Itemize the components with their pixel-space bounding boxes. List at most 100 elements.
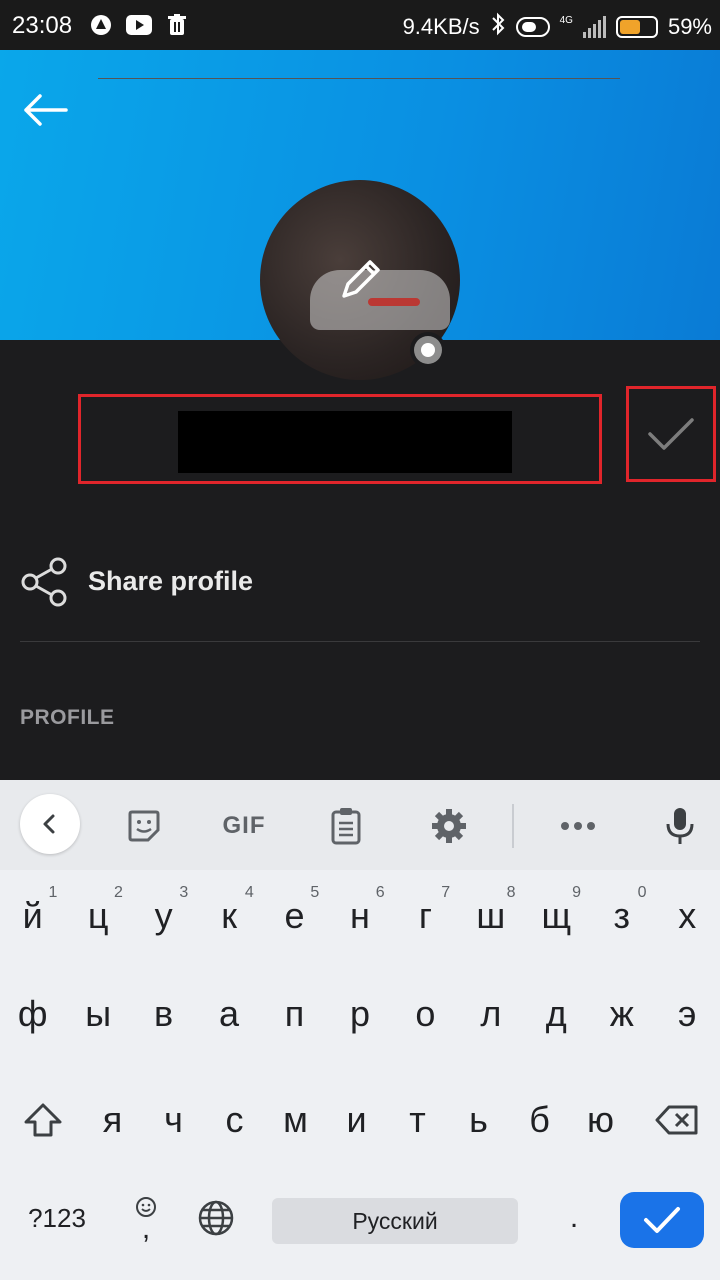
key-hint: 0 — [637, 884, 647, 901]
divider — [20, 641, 700, 642]
confirm-name-button[interactable] — [626, 386, 716, 482]
key-row3-6[interactable]: т — [387, 1080, 448, 1160]
keyboard-toolbar: GIF — [0, 780, 720, 870]
key-row3-9[interactable]: ю — [570, 1080, 631, 1160]
key-3[interactable]: у3 — [131, 876, 196, 956]
symbols-key[interactable]: ?123 — [14, 1178, 100, 1258]
soft-keyboard: GIF й1ц2у3к4е5н6г7ш8щ9з0х фывапролджэ яч… — [0, 780, 720, 1280]
sticker-button[interactable] — [116, 798, 172, 854]
key-row3-7[interactable]: ь — [448, 1080, 509, 1160]
profile-section-title: PROFILE — [20, 706, 115, 729]
key-7[interactable]: г7 — [393, 876, 458, 956]
key-5[interactable]: е5 — [262, 876, 327, 956]
key-6[interactable]: н6 — [327, 876, 392, 956]
key-row3-8[interactable]: б — [509, 1080, 570, 1160]
keyboard-collapse-button[interactable] — [20, 794, 80, 854]
status-bar: 23:08 9.4KB/s 4G 59% — [0, 0, 720, 50]
key-hint: 6 — [375, 884, 385, 901]
key-row-3: ячсмитьбю — [0, 1080, 720, 1176]
key-row2-4[interactable]: а — [196, 974, 261, 1054]
key-9[interactable]: щ9 — [524, 876, 589, 956]
name-input[interactable] — [178, 411, 512, 473]
settings-button[interactable] — [421, 798, 477, 854]
key-row2-3[interactable]: в — [131, 974, 196, 1054]
key-8[interactable]: ш8 — [458, 876, 523, 956]
more-button[interactable] — [550, 798, 606, 854]
key-row-1: й1ц2у3к4е5н6г7ш8щ9з0х — [0, 876, 720, 972]
comma-key-label: , — [141, 1212, 151, 1245]
gear-icon — [432, 809, 466, 843]
key-row-bottom: ?123 , Русский . — [0, 1178, 720, 1274]
language-key[interactable] — [188, 1178, 244, 1258]
key-1[interactable]: й1 — [0, 876, 65, 956]
toolbar-separator — [512, 804, 514, 848]
key-hint: 5 — [310, 884, 320, 901]
checkmark-icon — [644, 1207, 680, 1233]
shift-key[interactable] — [10, 1080, 76, 1160]
key-4[interactable]: к4 — [196, 876, 261, 956]
key-2[interactable]: ц2 — [65, 876, 130, 956]
space-key[interactable]: Русский — [272, 1198, 518, 1244]
name-edit-highlight — [78, 394, 602, 484]
battery-percent: 59% — [667, 14, 712, 39]
key-label: г — [418, 895, 432, 936]
shift-icon — [24, 1103, 62, 1137]
key-label: й — [22, 895, 43, 936]
key-10[interactable]: з0 — [589, 876, 654, 956]
key-row3-1[interactable]: я — [82, 1080, 143, 1160]
key-row2-8[interactable]: л — [458, 974, 523, 1054]
key-label: ц — [87, 895, 109, 936]
key-row3-5[interactable]: и — [326, 1080, 387, 1160]
checkmark-icon — [648, 418, 694, 450]
key-label: н — [350, 895, 370, 936]
key-row2-7[interactable]: о — [393, 974, 458, 1054]
back-arrow-icon — [24, 94, 68, 126]
youtube-icon — [126, 12, 152, 38]
enter-key[interactable] — [620, 1192, 704, 1248]
key-row2-11[interactable]: э — [655, 974, 720, 1054]
key-11[interactable]: х — [655, 876, 720, 956]
key-row3-4[interactable]: м — [265, 1080, 326, 1160]
key-label: к — [221, 895, 237, 936]
key-row2-9[interactable]: д — [524, 974, 589, 1054]
period-key[interactable]: . — [546, 1178, 602, 1258]
globe-icon — [198, 1200, 234, 1236]
key-row-2: фывапролджэ — [0, 974, 720, 1070]
comma-key[interactable]: , — [118, 1178, 174, 1258]
notification-icons — [88, 12, 190, 38]
key-row3-2[interactable]: ч — [143, 1080, 204, 1160]
key-row3-3[interactable]: с — [204, 1080, 265, 1160]
online-status-indicator — [410, 332, 446, 368]
key-label: щ — [541, 895, 572, 936]
key-hint: 1 — [48, 884, 58, 901]
battery-fill — [619, 20, 640, 34]
key-label: х — [678, 895, 697, 936]
share-profile-label: Share profile — [88, 566, 254, 596]
key-row2-10[interactable]: ж — [589, 974, 654, 1054]
back-button[interactable] — [20, 90, 70, 130]
edit-pencil-icon — [330, 250, 390, 310]
key-row2-2[interactable]: ы — [65, 974, 130, 1054]
share-icon — [21, 557, 67, 607]
chevron-left-icon — [43, 814, 55, 834]
key-label: е — [284, 895, 305, 936]
symbols-key-label: ?123 — [28, 1202, 86, 1233]
backspace-icon — [655, 1105, 698, 1135]
key-hint: 8 — [506, 884, 516, 901]
key-row2-5[interactable]: п — [262, 974, 327, 1054]
key-hint: 9 — [572, 884, 582, 901]
network-type: 4G — [559, 15, 573, 26]
key-hint: 2 — [113, 884, 123, 901]
app-notification-icon — [88, 12, 114, 38]
more-dots-icon — [561, 822, 595, 830]
key-hint: 4 — [244, 884, 254, 901]
voice-input-button[interactable] — [652, 798, 708, 854]
status-right: 9.4KB/s 4G 59% — [403, 12, 712, 42]
share-profile-row[interactable]: Share profile — [0, 550, 720, 614]
key-row2-1[interactable]: ф — [0, 974, 65, 1054]
clipboard-button[interactable] — [318, 798, 374, 854]
gif-button[interactable]: GIF — [216, 798, 272, 854]
backspace-key[interactable] — [644, 1080, 710, 1160]
key-row2-6[interactable]: р — [327, 974, 392, 1054]
key-label: з — [613, 895, 631, 936]
